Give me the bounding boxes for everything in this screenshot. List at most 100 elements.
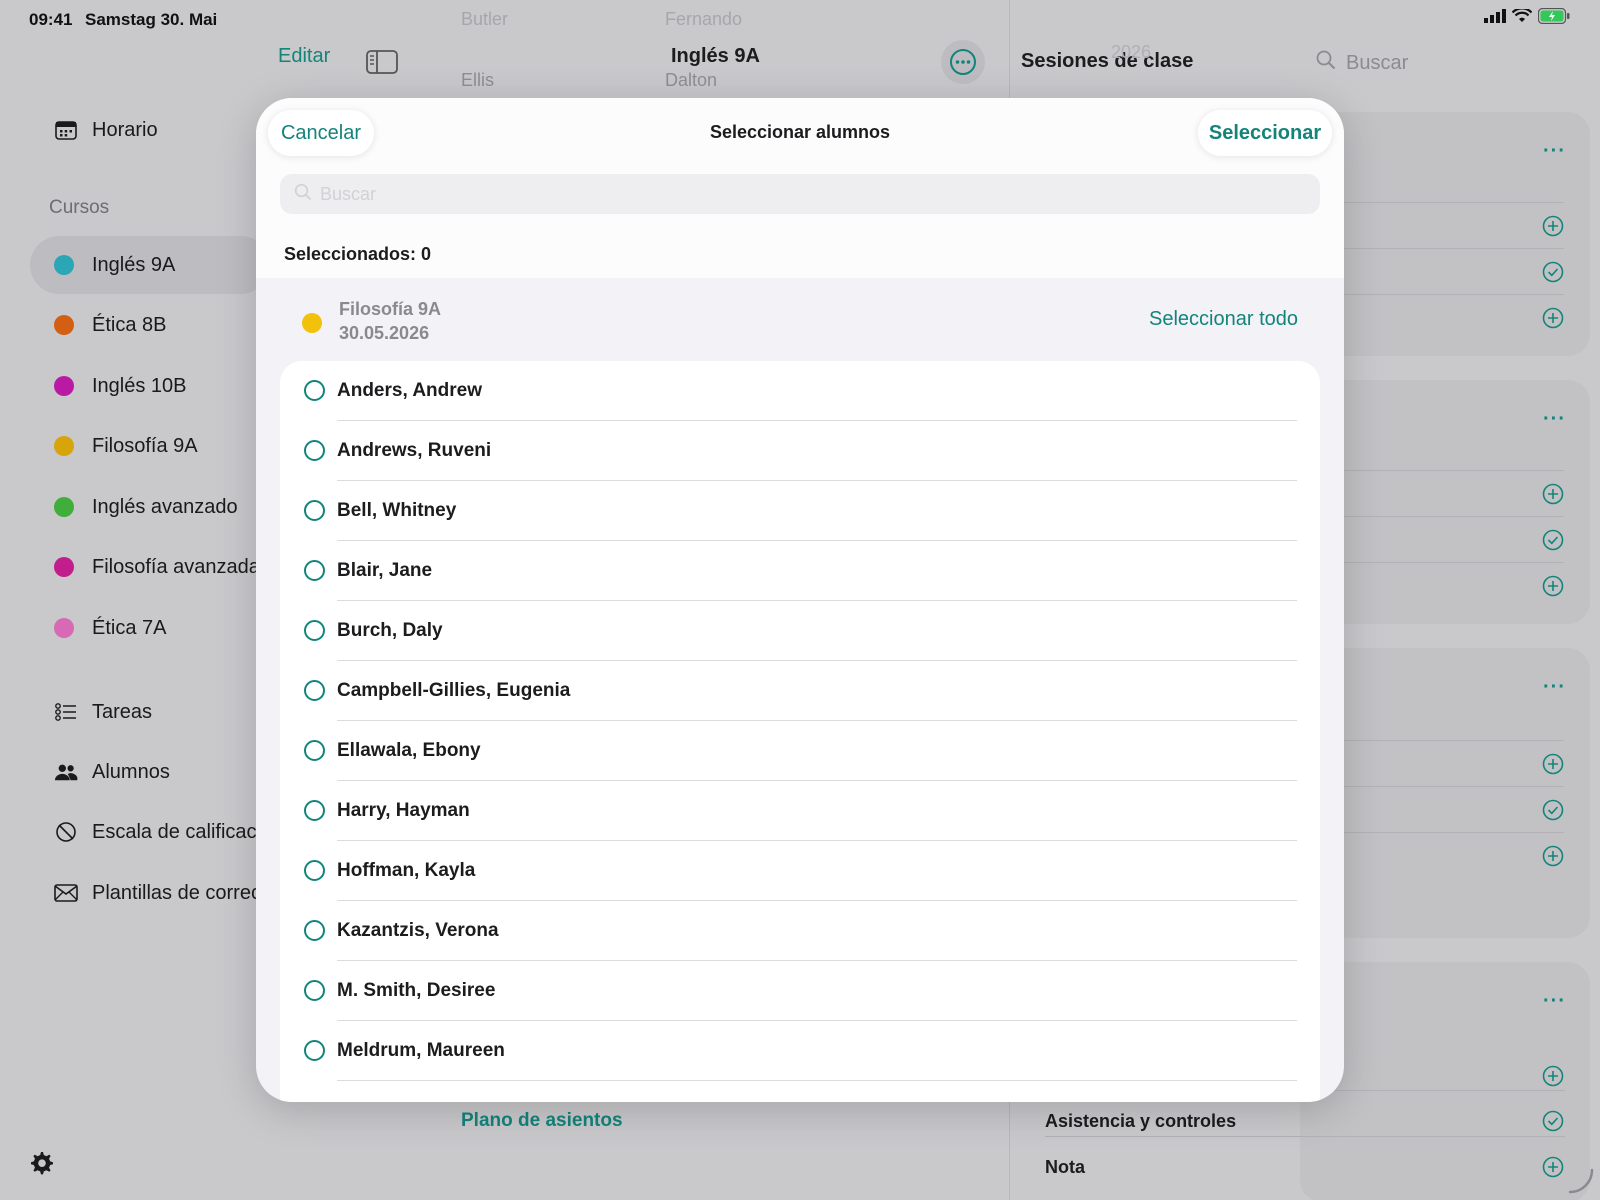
checklist-icon (54, 700, 78, 724)
sidebar-item-tasks[interactable]: Tareas (30, 683, 270, 741)
student-row[interactable]: Bell, Whitney (280, 481, 1320, 541)
card-menu-icon[interactable]: ··· (1543, 140, 1566, 163)
add-circle-icon[interactable] (1542, 753, 1564, 775)
sidebar-item-course[interactable]: Filosofía avanzada (30, 538, 256, 596)
student-row[interactable]: Hoffman, Kayla (280, 841, 1320, 901)
settings-gear-icon[interactable] (26, 1148, 56, 1183)
add-circle-icon[interactable] (1542, 845, 1564, 867)
student-search-input[interactable] (320, 183, 1220, 205)
student-row[interactable]: Meldrum, Maureen (280, 1021, 1320, 1081)
more-options-icon[interactable] (941, 40, 985, 84)
edit-button[interactable]: Editar (278, 45, 330, 68)
search-placeholder: Buscar (1346, 51, 1409, 74)
card-menu-icon[interactable]: ··· (1543, 990, 1566, 1013)
student-row[interactable]: M. Smith, Desiree (280, 961, 1320, 1021)
student-name: Andrews, Ruveni (337, 440, 492, 461)
unchecked-circle-icon[interactable] (304, 980, 325, 1001)
course-color-dot (54, 255, 74, 275)
sidebar-item-label: Ética 7A (92, 616, 167, 639)
add-circle-icon[interactable] (1542, 307, 1564, 329)
unchecked-circle-icon[interactable] (304, 620, 325, 641)
sidebar-item-course[interactable]: Inglés 9A (30, 236, 270, 294)
sidebar-item-course[interactable]: Ética 7A (30, 599, 270, 657)
unchecked-circle-icon[interactable] (304, 500, 325, 521)
card-menu-icon[interactable]: ··· (1543, 408, 1566, 431)
unchecked-circle-icon[interactable] (304, 680, 325, 701)
student-name: Harry, Hayman (337, 800, 470, 821)
student-row[interactable]: Burch, Daly (280, 601, 1320, 661)
card-divider (1316, 248, 1564, 249)
sidebar-item-schedule[interactable]: Horario (30, 101, 270, 159)
student-search-field[interactable] (280, 174, 1320, 214)
grade-row-label[interactable]: Nota (1045, 1157, 1085, 1178)
sidebar-item-label: Plantillas de correc (92, 881, 256, 904)
search-icon (294, 183, 312, 206)
check-circle-icon[interactable] (1542, 1110, 1564, 1132)
card-divider (1316, 516, 1564, 517)
add-circle-icon[interactable] (1542, 215, 1564, 237)
seating-plan-link[interactable]: Plano de asientos (461, 1110, 623, 1132)
student-list: Anders, Andrew Andrews, Ruveni Bell, Whi… (280, 361, 1320, 1102)
calendar-icon (54, 118, 78, 142)
check-circle-icon[interactable] (1542, 529, 1564, 551)
ghost-student-name: Fernando (665, 9, 743, 29)
student-row[interactable]: Ellawala, Ebony (280, 721, 1320, 781)
course-color-dot (302, 313, 322, 333)
add-circle-icon[interactable] (1542, 1065, 1564, 1087)
battery-icon (1537, 7, 1570, 29)
card-divider (1316, 470, 1564, 471)
check-circle-icon[interactable] (1542, 261, 1564, 283)
course-color-dot (54, 557, 74, 577)
check-circle-icon[interactable] (1542, 799, 1564, 821)
student-row[interactable]: Harry, Hayman (280, 781, 1320, 841)
course-color-dot (54, 436, 74, 456)
course-color-dot (54, 376, 74, 396)
course-title: Inglés 9A (671, 45, 760, 67)
right-search-field[interactable]: Buscar (1316, 50, 1408, 76)
sidebar-item-course[interactable]: Inglés 10B (30, 357, 270, 415)
card-menu-icon[interactable]: ··· (1543, 676, 1566, 699)
student-name: Anders, Andrew (337, 380, 482, 401)
wifi-icon (1511, 7, 1533, 28)
unchecked-circle-icon[interactable] (304, 860, 325, 881)
sidebar-item-course[interactable]: Inglés avanzado (30, 478, 270, 536)
sidebar-item-email-templates[interactable]: Plantillas de correc (30, 864, 256, 922)
select-all-button[interactable]: Seleccionar todo (1149, 308, 1298, 331)
course-color-dot (54, 315, 74, 335)
sidebar-item-grading-scale[interactable]: Escala de calificac (30, 803, 256, 861)
unchecked-circle-icon[interactable] (304, 920, 325, 941)
student-row[interactable]: Anders, Andrew (280, 361, 1320, 421)
sidebar-section-courses: Cursos (49, 197, 110, 218)
card-divider (1316, 832, 1564, 833)
sidebar-item-students[interactable]: Alumnos (30, 743, 270, 801)
student-row[interactable]: Blair, Jane (280, 541, 1320, 601)
student-name: Meldrum, Maureen (337, 1040, 505, 1061)
course-color-dot (54, 497, 74, 517)
add-circle-icon[interactable] (1542, 483, 1564, 505)
unchecked-circle-icon[interactable] (304, 380, 325, 401)
sidebar-item-course[interactable]: Filosofía 9A (30, 417, 270, 475)
sidebar-item-course[interactable]: Ética 8B (30, 296, 270, 354)
course-group-date: 30.05.2026 (339, 323, 430, 343)
student-row[interactable]: Kazantzis, Verona (280, 901, 1320, 961)
sidebar-toggle-icon[interactable] (366, 50, 398, 79)
student-name: Campbell-Gillies, Eugenia (337, 680, 571, 701)
resize-handle-icon[interactable] (1566, 1166, 1594, 1199)
selected-count: Seleccionados: 0 (284, 244, 432, 264)
select-button[interactable]: Seleccionar (1198, 110, 1332, 156)
student-row[interactable]: Campbell-Gillies, Eugenia (280, 661, 1320, 721)
unchecked-circle-icon[interactable] (304, 740, 325, 761)
add-circle-icon[interactable] (1542, 575, 1564, 597)
envelope-icon (54, 881, 78, 905)
unchecked-circle-icon[interactable] (304, 800, 325, 821)
cancel-button[interactable]: Cancelar (268, 110, 374, 156)
unchecked-circle-icon[interactable] (304, 440, 325, 461)
add-circle-icon[interactable] (1542, 1156, 1564, 1178)
sidebar-item-label: Alumnos (92, 760, 170, 783)
unchecked-circle-icon[interactable] (304, 560, 325, 581)
student-name: Burch, Daly (337, 620, 443, 641)
unchecked-circle-icon[interactable] (304, 1040, 325, 1061)
attendance-row-label[interactable]: Asistencia y controles (1045, 1111, 1236, 1132)
sidebar-item-label: Escala de calificac (92, 820, 256, 843)
student-row[interactable]: Andrews, Ruveni (280, 421, 1320, 481)
